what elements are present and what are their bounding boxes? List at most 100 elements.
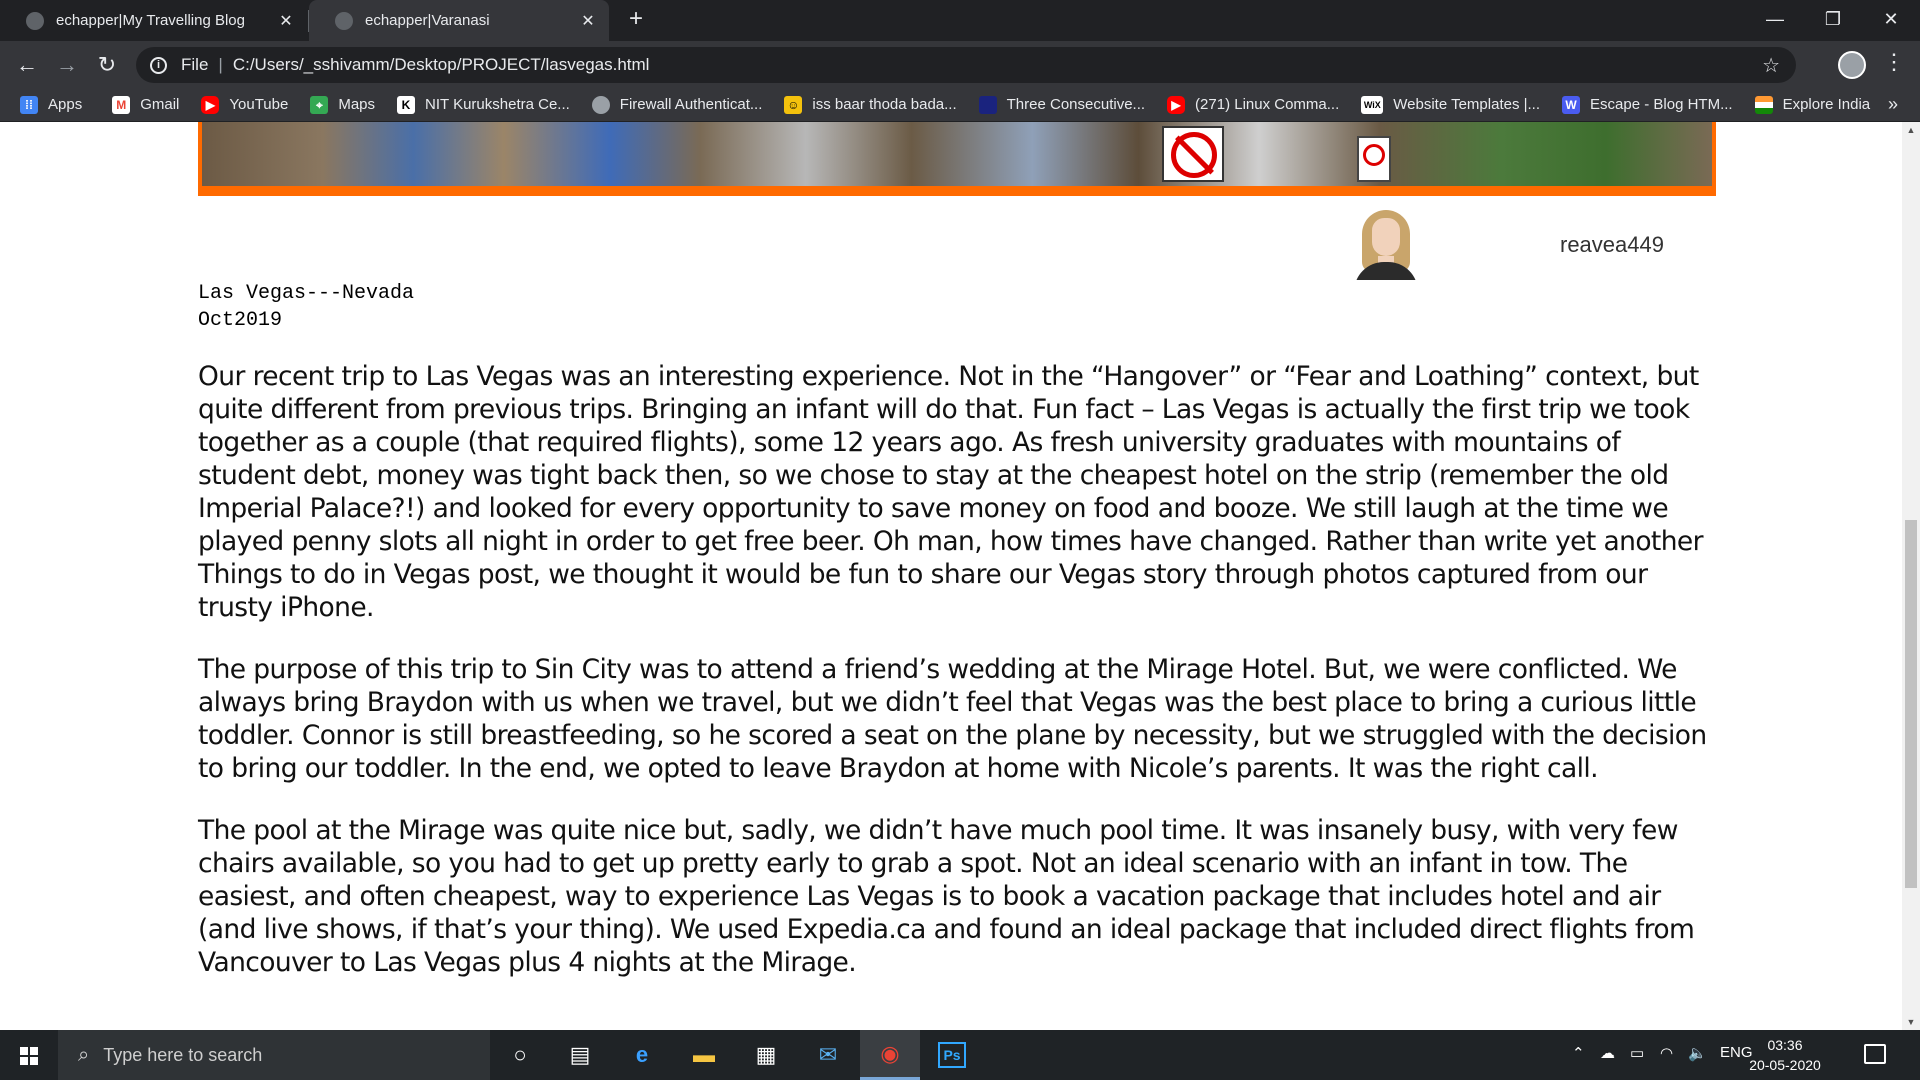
search-icon: ⌕	[78, 1043, 90, 1066]
india-flag-icon	[1754, 95, 1773, 114]
file-explorer-icon[interactable]: ▬	[674, 1030, 734, 1080]
tab-title: echapper|My Travelling Blog	[56, 12, 245, 29]
battery-icon[interactable]: ▭	[1630, 1044, 1644, 1062]
close-tab-icon[interactable]: ✕	[277, 11, 295, 31]
author-avatar	[1350, 210, 1422, 280]
bookmark-website-templates[interactable]: WiX Website Templates |...	[1361, 88, 1540, 122]
scroll-up-icon[interactable]: ▲	[1902, 122, 1920, 138]
mail-icon[interactable]: ✉	[798, 1030, 858, 1080]
bookmark-youtube[interactable]: ▶ YouTube	[201, 88, 288, 122]
clock[interactable]: 03:36 20-05-2020	[1745, 1035, 1825, 1075]
vertical-scrollbar[interactable]: ▲ ▼	[1902, 122, 1920, 1030]
maps-icon: ⌖	[310, 95, 329, 114]
new-tab-button[interactable]: +	[622, 6, 650, 34]
bookmark-label: iss baar thoda bada...	[812, 96, 957, 113]
chevron-up-icon[interactable]: ⌃	[1572, 1044, 1585, 1062]
youtube-icon: ▶	[201, 95, 220, 114]
globe-icon	[591, 95, 610, 114]
web-page: reavea449 Las Vegas---Nevada Oct2019 Our…	[0, 122, 1902, 1030]
tab-strip: echapper|My Travelling Blog ✕ echapper|V…	[0, 0, 1920, 41]
bookmarks-bar: ⁞⁞ Apps M Gmail ▶ YouTube ⌖ Maps K NIT K…	[0, 88, 1920, 122]
bookmark-label: Maps	[338, 96, 376, 113]
bookmark-label: Apps	[48, 96, 83, 113]
bookmark-label: NIT Kurukshetra Ce...	[425, 96, 570, 113]
no-turn-sign-icon	[1357, 136, 1391, 182]
back-arrow-icon[interactable]: ←	[12, 50, 42, 80]
bookmark-label: Firewall Authenticat...	[619, 96, 763, 113]
address-bar[interactable]: i File | C:/Users/_sshivamm/Desktop/PROJ…	[136, 47, 1796, 83]
start-button[interactable]	[0, 1030, 58, 1080]
scheme-label: File	[181, 55, 209, 74]
taskbar-search[interactable]: ⌕ Type here to search	[58, 1030, 490, 1080]
task-view-icon[interactable]: ▤	[550, 1030, 610, 1080]
bookmark-firewall[interactable]: Firewall Authenticat...	[591, 88, 763, 122]
bookmark-label: Three Consecutive...	[1006, 96, 1146, 113]
post-date: Oct2019	[198, 309, 283, 332]
bookmark-iss-baar[interactable]: ☺ iss baar thoda bada...	[784, 88, 957, 122]
close-window-button[interactable]: ✕	[1862, 0, 1920, 38]
bookmark-label: (271) Linux Comma...	[1195, 96, 1340, 113]
scrollbar-thumb[interactable]	[1905, 520, 1917, 888]
more-bookmarks-button[interactable]: »	[1888, 94, 1898, 115]
no-left-turn-sign-icon	[1162, 126, 1224, 182]
tab-varanasi[interactable]: echapper|Varanasi ✕	[309, 0, 609, 41]
profile-avatar[interactable]	[1838, 51, 1866, 79]
bookmark-escape-blog[interactable]: W Escape - Blog HTM...	[1562, 88, 1733, 122]
globe-icon	[335, 11, 353, 30]
post-location: Las Vegas---Nevada	[198, 282, 415, 305]
paragraph: The pool at the Mirage was quite nice bu…	[198, 815, 1695, 978]
windows-taskbar: ⌕ Type here to search ○ ▤ e ▬ ▦ ✉ ◉ Ps ⌃…	[0, 1030, 1920, 1080]
volume-icon[interactable]: 🔈	[1688, 1044, 1707, 1062]
globe-icon	[26, 11, 44, 30]
menu-dots-icon[interactable]: ⋮	[1883, 49, 1905, 75]
clock-time: 03:36	[1767, 1037, 1803, 1053]
emoji-icon: ☺	[784, 95, 803, 114]
browser-toolbar: ← → ↻ i File | C:/Users/_sshivamm/Deskto…	[0, 41, 1920, 88]
bookmark-label: YouTube	[229, 96, 289, 113]
tab-my-travelling-blog[interactable]: echapper|My Travelling Blog ✕	[0, 0, 307, 41]
wix-icon: WiX	[1361, 95, 1384, 114]
apps-grid-icon: ⁞⁞	[20, 95, 38, 114]
las-vegas-banner-image	[202, 122, 1712, 186]
bookmark-label: Gmail	[140, 96, 180, 113]
photoshop-icon[interactable]: Ps	[922, 1030, 982, 1080]
forward-arrow-icon[interactable]: →	[52, 50, 82, 80]
wifi-icon[interactable]: ◠	[1660, 1044, 1673, 1062]
paragraph: The purpose of this trip to Sin City was…	[198, 654, 1707, 784]
w-icon: W	[1562, 95, 1581, 114]
bookmark-linux-commands[interactable]: ▶ (271) Linux Comma...	[1167, 88, 1339, 122]
bookmark-maps[interactable]: ⌖ Maps	[310, 88, 375, 122]
restore-button[interactable]: ❐	[1804, 0, 1862, 38]
bookmark-star-icon[interactable]: ☆	[1762, 53, 1780, 78]
post-body: Our recent trip to Las Vegas was an inte…	[198, 360, 1710, 1008]
reload-icon[interactable]: ↻	[92, 50, 122, 80]
clock-date: 20-05-2020	[1749, 1057, 1821, 1073]
bookmark-gmail[interactable]: M Gmail	[112, 88, 179, 122]
bookmark-label: Website Templates |...	[1393, 96, 1541, 113]
search-placeholder: Type here to search	[103, 1044, 263, 1065]
info-icon[interactable]: i	[150, 56, 167, 74]
page-icon	[978, 95, 997, 114]
header-banner	[198, 122, 1716, 196]
url-text[interactable]: C:/Users/_sshivamm/Desktop/PROJECT/lasve…	[233, 55, 650, 75]
close-tab-icon[interactable]: ✕	[579, 11, 597, 31]
author-name: reavea449	[1560, 232, 1664, 257]
chrome-icon[interactable]: ◉	[860, 1030, 920, 1080]
nit-k-icon: K	[397, 95, 416, 114]
bookmark-three-consecutive[interactable]: Three Consecutive...	[978, 88, 1146, 122]
bookmark-explore-india[interactable]: Explore India	[1754, 88, 1870, 122]
post-meta: Las Vegas---Nevada Oct2019	[198, 280, 414, 334]
scroll-down-icon[interactable]: ▼	[1902, 1014, 1920, 1030]
minimize-button[interactable]: —	[1746, 0, 1804, 38]
tab-title: echapper|Varanasi	[365, 12, 490, 29]
bookmark-nit-kurukshetra[interactable]: K NIT Kurukshetra Ce...	[397, 88, 570, 122]
store-icon[interactable]: ▦	[736, 1030, 796, 1080]
bookmark-label: Escape - Blog HTM...	[1590, 96, 1733, 113]
divider: |	[218, 55, 223, 74]
onedrive-icon[interactable]: ☁	[1600, 1044, 1615, 1062]
youtube-icon: ▶	[1167, 95, 1186, 114]
bookmark-apps[interactable]: ⁞⁞ Apps	[20, 88, 82, 122]
cortana-icon[interactable]: ○	[490, 1030, 550, 1080]
edge-icon[interactable]: e	[612, 1030, 672, 1080]
notification-icon[interactable]	[1864, 1044, 1886, 1064]
